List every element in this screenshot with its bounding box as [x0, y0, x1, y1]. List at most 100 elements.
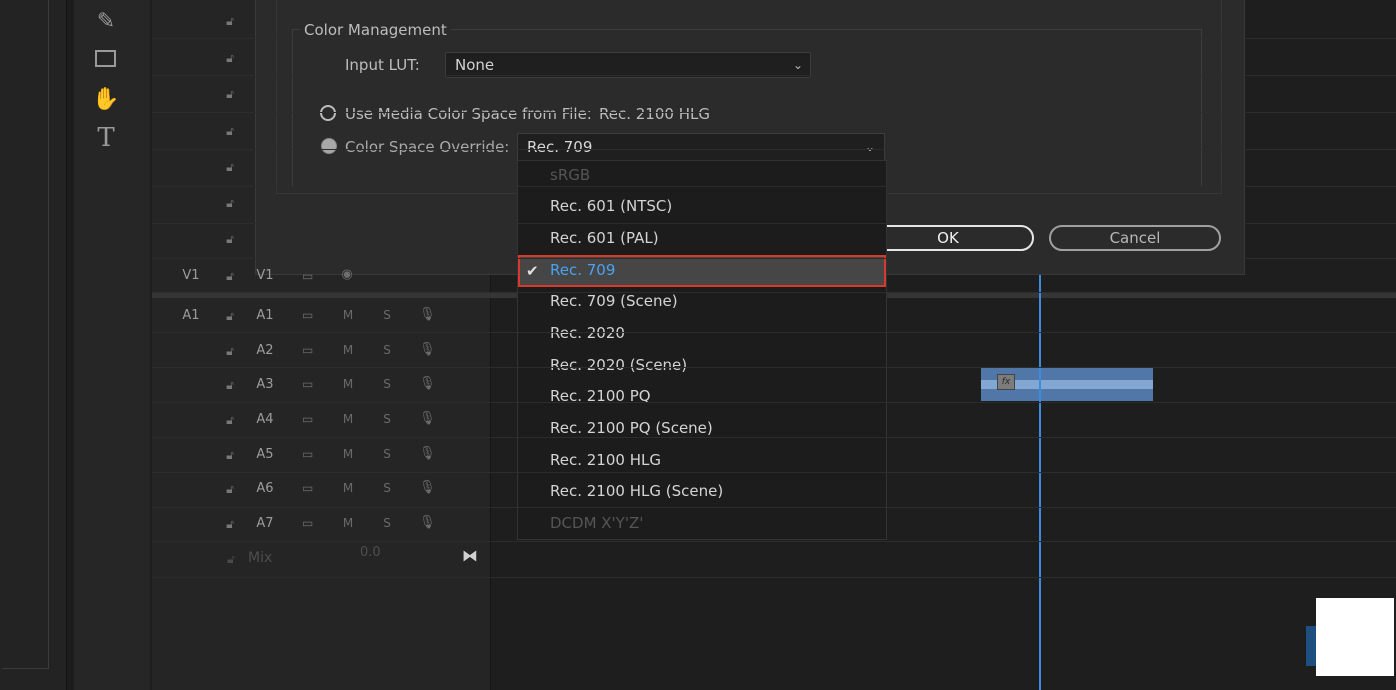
- microphone-icon[interactable]: 🎙︎: [419, 342, 436, 358]
- lock-icon[interactable]: 🔓︎: [223, 482, 237, 496]
- dropdown-option[interactable]: Rec. 2100 PQ (Scene): [518, 413, 886, 445]
- sync-lock-icon[interactable]: ▭: [302, 481, 322, 495]
- lock-icon[interactable]: 🔓︎: [223, 87, 237, 101]
- solo-button[interactable]: S: [379, 343, 395, 357]
- lock-icon[interactable]: 🔓︎: [223, 196, 237, 210]
- color-space-dropdown-list: sRGB Rec. 601 (NTSC) Rec. 601 (PAL) ✔ Rec. 7…: [517, 160, 887, 540]
- dropdown-option-label: Rec. 2020 (Scene): [550, 356, 688, 374]
- collapse-icon[interactable]: ⧓: [462, 546, 478, 565]
- dropdown-option[interactable]: Rec. 2020 (Scene): [518, 350, 886, 382]
- group-title: Color Management: [300, 21, 451, 39]
- sync-lock-icon[interactable]: ▭: [302, 343, 322, 357]
- lock-icon[interactable]: 🔓︎: [223, 344, 237, 358]
- microphone-icon[interactable]: 🎙︎: [419, 446, 436, 462]
- dropdown-option[interactable]: Rec. 2100 PQ: [518, 381, 886, 413]
- eye-icon[interactable]: ◉: [340, 267, 354, 283]
- mute-button[interactable]: M: [340, 343, 356, 357]
- microphone-icon[interactable]: 🎙︎: [419, 376, 436, 392]
- chevron-down-icon: ⌄: [792, 58, 804, 72]
- solo-button[interactable]: S: [379, 481, 395, 495]
- track-separator: [152, 223, 1396, 224]
- lock-icon[interactable]: 🔓︎: [223, 14, 237, 28]
- dropdown-option: sRGB: [518, 160, 886, 192]
- media-color-space-value: Rec. 2100 HLG: [599, 105, 710, 123]
- dropdown-option[interactable]: Rec. 2020: [518, 318, 886, 350]
- dropdown-option[interactable]: Rec. 2100 HLG (Scene): [518, 476, 886, 508]
- track-separator: [152, 112, 1396, 113]
- dropdown-option-selected[interactable]: ✔ Rec. 709: [518, 255, 886, 287]
- lock-icon[interactable]: 🔓︎: [223, 160, 237, 174]
- source-track-label[interactable]: V1: [171, 268, 211, 283]
- color-space-override-radio[interactable]: [321, 138, 337, 154]
- target-track-label[interactable]: A1: [245, 308, 285, 323]
- target-track-label[interactable]: A3: [245, 377, 285, 392]
- microphone-icon[interactable]: 🎙︎: [419, 480, 436, 496]
- track-separator: [152, 367, 1396, 368]
- microphone-icon[interactable]: 🎙︎: [419, 411, 436, 427]
- fx-badge: fx: [997, 374, 1015, 390]
- track-separator: [152, 292, 1396, 293]
- playhead[interactable]: [1039, 274, 1041, 690]
- cancel-button[interactable]: Cancel: [1049, 225, 1221, 251]
- lock-icon[interactable]: 🔓︎: [223, 309, 237, 323]
- media-color-space-radio[interactable]: [320, 105, 336, 121]
- source-track-label[interactable]: A1: [171, 308, 211, 323]
- dropdown-option-label: sRGB: [550, 166, 591, 184]
- solo-button[interactable]: S: [379, 447, 395, 461]
- mute-button[interactable]: M: [340, 377, 356, 391]
- mute-button[interactable]: M: [340, 412, 356, 426]
- solo-button[interactable]: S: [379, 308, 395, 322]
- lock-icon[interactable]: 🔓︎: [223, 517, 237, 531]
- lock-icon[interactable]: 🔓︎: [223, 413, 237, 427]
- target-track-label[interactable]: A7: [245, 516, 285, 531]
- lock-icon[interactable]: 🔓︎: [223, 448, 237, 462]
- type-tool-icon[interactable]: T: [92, 124, 120, 152]
- color-space-override-select[interactable]: Rec. 709 ⌄: [517, 133, 885, 161]
- mute-button[interactable]: M: [340, 516, 356, 530]
- sync-lock-icon[interactable]: ▭: [302, 516, 322, 530]
- sync-lock-icon[interactable]: ▭: [302, 308, 322, 322]
- lock-icon[interactable]: 🔓︎: [223, 51, 237, 65]
- media-color-space-label: Use Media Color Space from File:: [345, 105, 592, 123]
- microphone-icon[interactable]: 🎙︎: [419, 515, 436, 531]
- solo-button[interactable]: S: [379, 412, 395, 426]
- lock-icon[interactable]: 🔓︎: [223, 124, 237, 138]
- target-track-label[interactable]: A4: [245, 412, 285, 427]
- pen-tool-icon[interactable]: ✎: [92, 8, 120, 36]
- sync-lock-icon[interactable]: ▭: [302, 269, 322, 283]
- target-track-label[interactable]: A2: [245, 343, 285, 358]
- dropdown-option-label: Rec. 2020: [550, 324, 625, 342]
- track-separator: [152, 437, 1396, 438]
- mute-button[interactable]: M: [340, 481, 356, 495]
- lock-icon[interactable]: 🔓︎: [223, 378, 237, 392]
- audio-clip[interactable]: fx: [981, 368, 1153, 401]
- mute-button[interactable]: M: [340, 447, 356, 461]
- sync-lock-icon[interactable]: ▭: [302, 447, 322, 461]
- dropdown-option[interactable]: Rec. 709 (Scene): [518, 286, 886, 318]
- microphone-icon[interactable]: 🎙︎: [419, 307, 436, 323]
- dropdown-option-label: Rec. 2100 PQ (Scene): [550, 419, 713, 437]
- solo-button[interactable]: S: [379, 516, 395, 530]
- track-separator: [152, 577, 1396, 578]
- sync-lock-icon[interactable]: ▭: [302, 377, 322, 391]
- mute-button[interactable]: M: [340, 308, 356, 322]
- input-lut-value: None: [455, 56, 495, 74]
- dropdown-option[interactable]: Rec. 601 (PAL): [518, 223, 886, 255]
- target-track-label[interactable]: V1: [245, 268, 285, 283]
- checkmark-icon: ✔: [526, 262, 539, 280]
- mix-value[interactable]: 0.0: [360, 545, 381, 560]
- target-track-label[interactable]: A5: [245, 447, 285, 462]
- target-track-label[interactable]: A6: [245, 481, 285, 496]
- hand-tool-icon[interactable]: ✋: [92, 86, 120, 114]
- blank-overlay: [1316, 598, 1394, 676]
- lock-icon[interactable]: 🔓︎: [223, 232, 237, 246]
- dropdown-option[interactable]: Rec. 601 (NTSC): [518, 191, 886, 223]
- sync-lock-icon[interactable]: ▭: [302, 412, 322, 426]
- lock-icon[interactable]: 🔓︎: [223, 269, 237, 283]
- solo-button[interactable]: S: [379, 377, 395, 391]
- ok-button[interactable]: OK: [862, 225, 1034, 251]
- lock-icon[interactable]: 🔓︎: [224, 552, 238, 566]
- left-panel: [0, 0, 67, 690]
- track-separator: [152, 258, 1396, 259]
- rectangle-tool-icon[interactable]: [92, 48, 120, 76]
